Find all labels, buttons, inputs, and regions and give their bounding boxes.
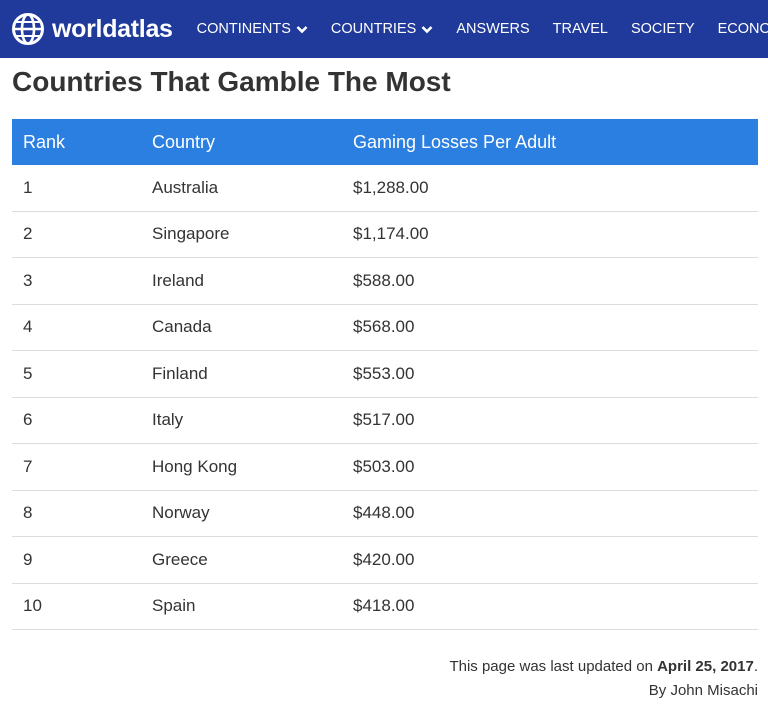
- author-byline[interactable]: By John Misachi: [449, 679, 758, 703]
- column-header-country: Country: [152, 119, 353, 165]
- rank-cell: 8: [12, 490, 152, 537]
- nav-item-travel[interactable]: TRAVEL: [553, 21, 608, 37]
- country-cell: Finland: [152, 350, 353, 398]
- rank-cell: 6: [12, 397, 152, 444]
- nav-item-label: SOCIETY: [630, 21, 695, 37]
- losses-cell: $1,288.00: [353, 165, 758, 212]
- table-row: 3 Ireland $588.00: [12, 257, 758, 305]
- nav-item-society[interactable]: SOCIETY: [631, 21, 695, 37]
- losses-cell: $517.00: [353, 397, 758, 444]
- country-cell: Spain: [152, 583, 353, 630]
- table-row: 10 Spain $418.00: [12, 583, 758, 630]
- globe-icon: [12, 13, 44, 45]
- rank-cell: 1: [12, 165, 152, 212]
- table-row: 5 Finland $553.00: [12, 350, 758, 398]
- nav-item-label: ANSWERS: [456, 21, 530, 37]
- rank-cell: 3: [12, 257, 152, 305]
- losses-cell: $420.00: [353, 536, 758, 584]
- country-cell: Australia: [152, 165, 353, 212]
- table-row: 4 Canada $568.00: [12, 304, 758, 351]
- column-header-rank: Rank: [12, 119, 152, 165]
- site-logo[interactable]: worldatlas: [11, 12, 173, 46]
- last-updated-text: This page was last updated on April 25, …: [449, 658, 758, 675]
- table-row: 6 Italy $517.00: [12, 397, 758, 444]
- losses-cell: $553.00: [353, 350, 758, 398]
- country-cell: Ireland: [152, 257, 353, 305]
- table-row: 9 Greece $420.00: [12, 536, 758, 584]
- column-header-losses: Gaming Losses Per Adult: [353, 119, 758, 165]
- rank-cell: 4: [12, 304, 152, 351]
- logo-text: worldatlas: [52, 14, 173, 43]
- page-footer-meta: This page was last updated on April 25, …: [449, 655, 758, 703]
- nav-item-label: CONTINENTS: [196, 21, 291, 37]
- chevron-down-icon: [296, 25, 308, 33]
- nav-item-economics[interactable]: ECONOMICS: [718, 21, 768, 37]
- table-row: 8 Norway $448.00: [12, 490, 758, 537]
- country-cell: Italy: [152, 397, 353, 444]
- top-navigation-bar: worldatlas CONTINENTS COUNTRIES ANSWERS TRA…: [0, 0, 768, 58]
- nav-item-label: TRAVEL: [552, 21, 608, 37]
- country-cell: Singapore: [152, 211, 353, 258]
- page-title: Countries That Gamble The Most: [12, 66, 451, 97]
- nav-item-countries[interactable]: COUNTRIES: [331, 21, 433, 37]
- last-updated-date: April 25, 2017: [657, 658, 754, 675]
- table-row: 1 Australia $1,288.00: [12, 165, 758, 212]
- table-header-row: Rank Country Gaming Losses Per Adult: [12, 119, 758, 165]
- country-cell: Canada: [152, 304, 353, 351]
- losses-cell: $418.00: [353, 583, 758, 630]
- losses-cell: $588.00: [353, 257, 758, 305]
- country-cell: Norway: [152, 490, 353, 537]
- nav-item-continents[interactable]: CONTINENTS: [197, 21, 308, 37]
- nav-item-label: COUNTRIES: [330, 21, 417, 37]
- rank-cell: 9: [12, 536, 152, 584]
- rank-cell: 10: [12, 583, 152, 630]
- losses-cell: $448.00: [353, 490, 758, 537]
- country-cell: Hong Kong: [152, 443, 353, 491]
- nav-item-label: ECONOMICS: [717, 21, 768, 37]
- rank-cell: 7: [12, 443, 152, 491]
- losses-cell: $503.00: [353, 443, 758, 491]
- rank-cell: 2: [12, 211, 152, 258]
- gambling-losses-table: Rank Country Gaming Losses Per Adult 1 Au…: [12, 119, 758, 630]
- losses-cell: $568.00: [353, 304, 758, 351]
- table-row: 7 Hong Kong $503.00: [12, 443, 758, 491]
- nav-item-answers[interactable]: ANSWERS: [456, 21, 529, 37]
- losses-cell: $1,174.00: [353, 211, 758, 258]
- chevron-down-icon: [421, 25, 433, 33]
- rank-cell: 5: [12, 350, 152, 398]
- table-row: 2 Singapore $1,174.00: [12, 211, 758, 258]
- country-cell: Greece: [152, 536, 353, 584]
